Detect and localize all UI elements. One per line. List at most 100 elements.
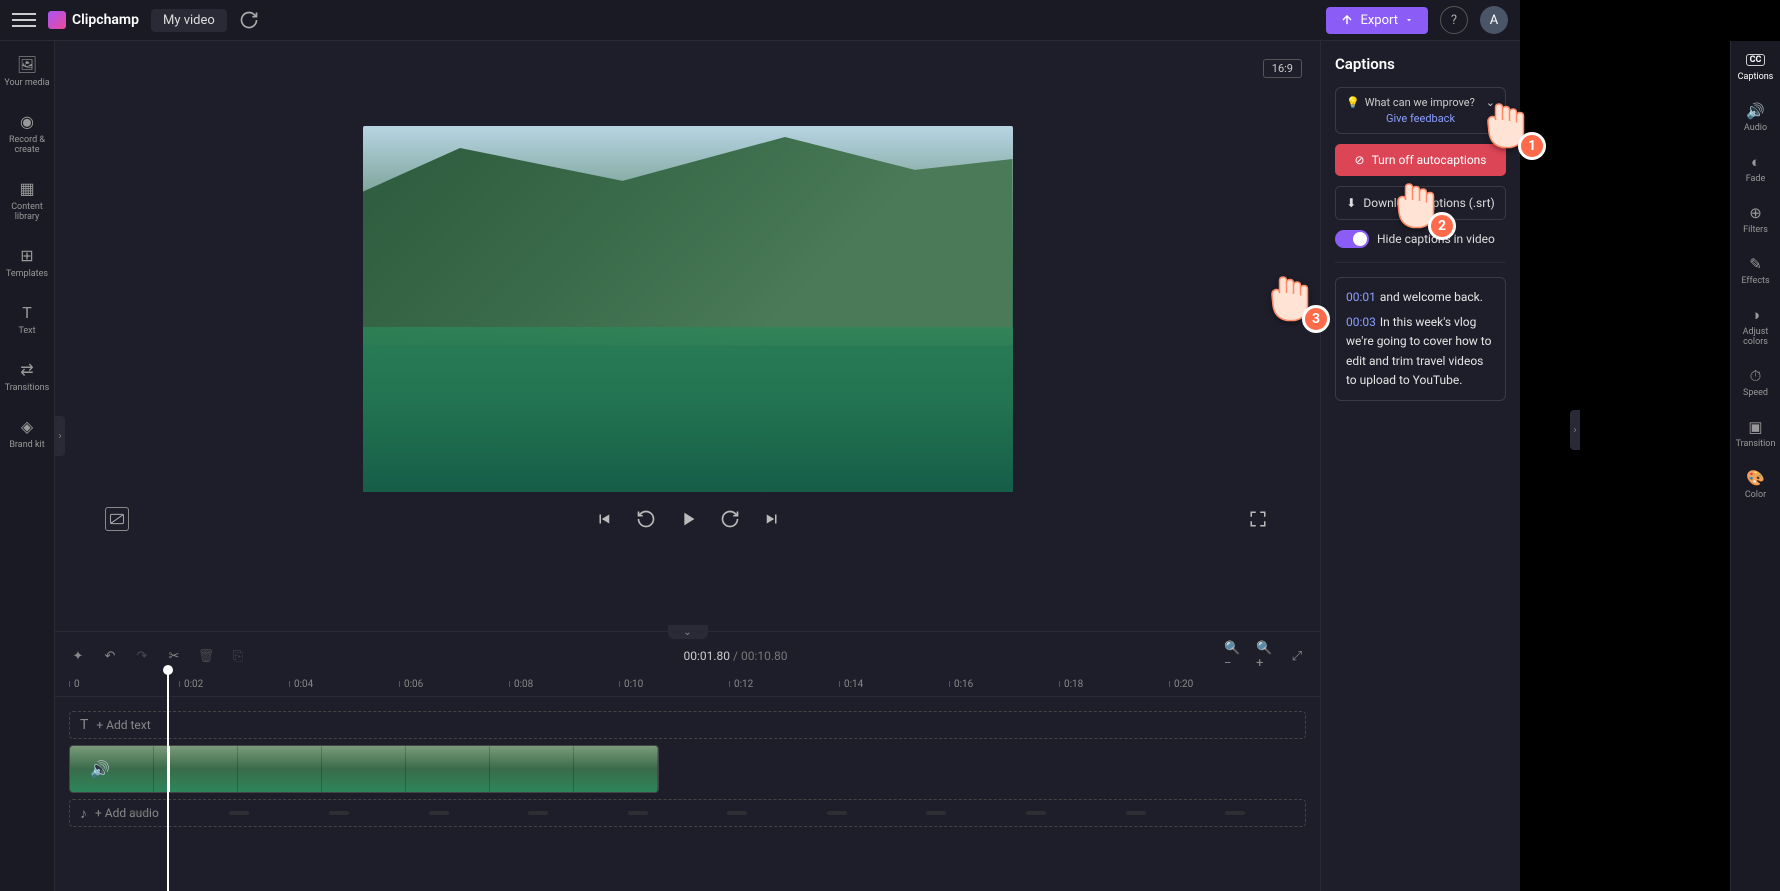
transcript-line[interactable]: 00:01and welcome back. — [1346, 288, 1495, 307]
timeline-toolbar: ✦ ↶ ↷ ✂ 🗑 ⎘ 00:01.80 / 00:10.80 🔍− 🔍+ ⤢ — [55, 640, 1320, 672]
rewind-icon[interactable] — [634, 507, 658, 531]
track-label: + Add text — [96, 718, 150, 732]
rail-transitions[interactable]: ⇄Transitions — [0, 356, 54, 395]
rail-color[interactable]: 🎨Color — [1731, 469, 1780, 500]
record-icon: ◉ — [16, 110, 38, 132]
timestamp: 00:03 — [1346, 315, 1376, 329]
turn-off-autocaptions-button[interactable]: ⊘ Turn off autocaptions — [1335, 144, 1506, 176]
skip-back-icon[interactable] — [592, 507, 616, 531]
rail-content-library[interactable]: ▦Content library — [0, 175, 54, 224]
rail-label: Transition — [1736, 439, 1776, 449]
play-button[interactable] — [676, 507, 700, 531]
rail-fade[interactable]: ◐Fade — [1731, 153, 1780, 184]
video-preview[interactable] — [363, 126, 1013, 492]
video-title[interactable]: My video — [151, 9, 227, 32]
cc-toggle-icon[interactable] — [105, 507, 129, 531]
redo-icon[interactable]: ↷ — [133, 647, 151, 665]
hide-captions-row: Hide captions in video — [1335, 230, 1506, 248]
rail-label: Color — [1745, 490, 1766, 500]
feedback-box[interactable]: 💡 What can we improve? ⌄ Give feedback — [1335, 87, 1506, 134]
avatar[interactable]: A — [1480, 6, 1508, 34]
body: 🖼Your media ◉ Record & create ▦Content li… — [0, 41, 1520, 891]
btn-label: Turn off autocaptions — [1372, 153, 1487, 167]
playhead[interactable] — [167, 672, 169, 891]
rail-audio[interactable]: 🔊Audio — [1731, 102, 1780, 133]
chevron-down-icon: ⌄ — [1486, 96, 1495, 109]
ruler-mark: 0:14 — [839, 679, 863, 690]
timeline-ruler[interactable]: 00:020:040:060:080:100:120:140:160:180:2… — [55, 672, 1320, 697]
video-clip[interactable]: 🔊 — [69, 745, 659, 793]
rail-label: Effects — [1741, 276, 1769, 286]
rail-transition[interactable]: ▣Transition — [1731, 418, 1780, 449]
zoom-out-icon[interactable]: 🔍− — [1224, 647, 1242, 665]
ruler-mark: 0:12 — [729, 679, 753, 690]
rail-label: Adjust colors — [1731, 327, 1780, 347]
track-text[interactable]: T + Add text — [69, 711, 1306, 739]
rail-label: Record & create — [0, 135, 54, 155]
ruler-mark: 0 — [69, 679, 80, 690]
hide-captions-toggle[interactable] — [1335, 230, 1369, 248]
panel-title: Captions — [1335, 55, 1506, 73]
aspect-ratio-badge[interactable]: 16:9 — [1263, 59, 1302, 78]
undo-icon[interactable]: ↶ — [101, 647, 119, 665]
download-icon: ⬇ — [1346, 196, 1356, 210]
properties-rail: CCCaptions 🔊Audio ◐Fade ⊕ Filters ✎Effect… — [1730, 41, 1780, 891]
app-name: Clipchamp — [72, 12, 139, 28]
ruler-mark: 0:02 — [179, 679, 203, 690]
rail-filters[interactable]: ⊕ Filters — [1731, 204, 1780, 235]
help-button[interactable]: ? — [1440, 6, 1468, 34]
rail-label: Audio — [1744, 123, 1767, 133]
chevron-down-icon — [1404, 15, 1414, 25]
feedback-link[interactable]: Give feedback — [1346, 112, 1495, 125]
preview-area: 16:9 — [55, 41, 1320, 631]
duplicate-icon[interactable]: ⎘ — [229, 647, 247, 665]
rail-record[interactable]: ◉ Record & create — [0, 108, 54, 157]
rail-adjust-colors[interactable]: ◑ Adjust colors — [1731, 306, 1780, 347]
feedback-question: What can we improve? — [1365, 96, 1475, 109]
text-icon: T — [16, 301, 38, 323]
sync-icon[interactable] — [239, 10, 259, 30]
logo-icon — [48, 11, 66, 29]
rail-text[interactable]: TText — [0, 299, 54, 338]
filters-icon: ⊕ — [1745, 204, 1767, 222]
pointer-badge: 1 — [1518, 132, 1546, 160]
rail-label: Brand kit — [9, 440, 44, 450]
rail-your-media[interactable]: 🖼Your media — [0, 51, 54, 90]
track-video[interactable]: 🔊 — [69, 745, 1306, 793]
export-button[interactable]: Export — [1326, 7, 1428, 34]
brand-icon: ◈ — [16, 415, 38, 437]
rail-brand-kit[interactable]: ◈ Brand kit — [0, 413, 54, 452]
rail-effects[interactable]: ✎Effects — [1731, 255, 1780, 286]
ruler-mark: 0:06 — [399, 679, 423, 690]
magic-icon[interactable]: ✦ — [69, 647, 87, 665]
transcript-box[interactable]: 00:01and welcome back. 00:03In this week… — [1335, 277, 1506, 401]
app-logo[interactable]: Clipchamp — [48, 11, 139, 29]
lightbulb-icon: 💡 — [1346, 96, 1360, 109]
rail-speed[interactable]: ⏱Speed — [1731, 367, 1780, 398]
left-rail: 🖼Your media ◉ Record & create ▦Content li… — [0, 41, 55, 891]
forward-icon[interactable] — [718, 507, 742, 531]
timestamp: 00:01 — [1346, 290, 1376, 304]
rail-label: Captions — [1738, 72, 1774, 82]
rail-label: Transitions — [5, 383, 50, 393]
timeline-tracks: T + Add text 🔊 ♪ + Add audio — [55, 697, 1320, 891]
split-icon[interactable]: ✂ — [165, 647, 183, 665]
rail-label: Filters — [1743, 225, 1768, 235]
adjust-icon: ◑ — [1745, 306, 1767, 324]
delete-icon[interactable]: 🗑 — [197, 647, 215, 665]
fade-icon: ◐ — [1745, 153, 1767, 171]
fullscreen-icon[interactable] — [1246, 507, 1270, 531]
fit-icon[interactable]: ⤢ — [1288, 647, 1306, 665]
ruler-mark: 0:16 — [949, 679, 973, 690]
track-audio[interactable]: ♪ + Add audio — [69, 799, 1306, 827]
download-captions-button[interactable]: ⬇ Download captions (.srt) — [1335, 186, 1506, 220]
timeline-time: 00:01.80 / 00:10.80 — [261, 649, 1210, 663]
rail-templates[interactable]: ⊞Templates — [0, 242, 54, 281]
zoom-in-icon[interactable]: 🔍+ — [1256, 647, 1274, 665]
skip-forward-icon[interactable] — [760, 507, 784, 531]
transcript-line[interactable]: 00:03In this week's vlog we're going to … — [1346, 313, 1495, 390]
rail-label: Speed — [1743, 388, 1768, 398]
rail-captions[interactable]: CCCaptions — [1731, 51, 1780, 82]
menu-icon[interactable] — [12, 8, 36, 32]
app-shell: Clipchamp My video Export ? A 🖼Your medi… — [0, 0, 1520, 891]
